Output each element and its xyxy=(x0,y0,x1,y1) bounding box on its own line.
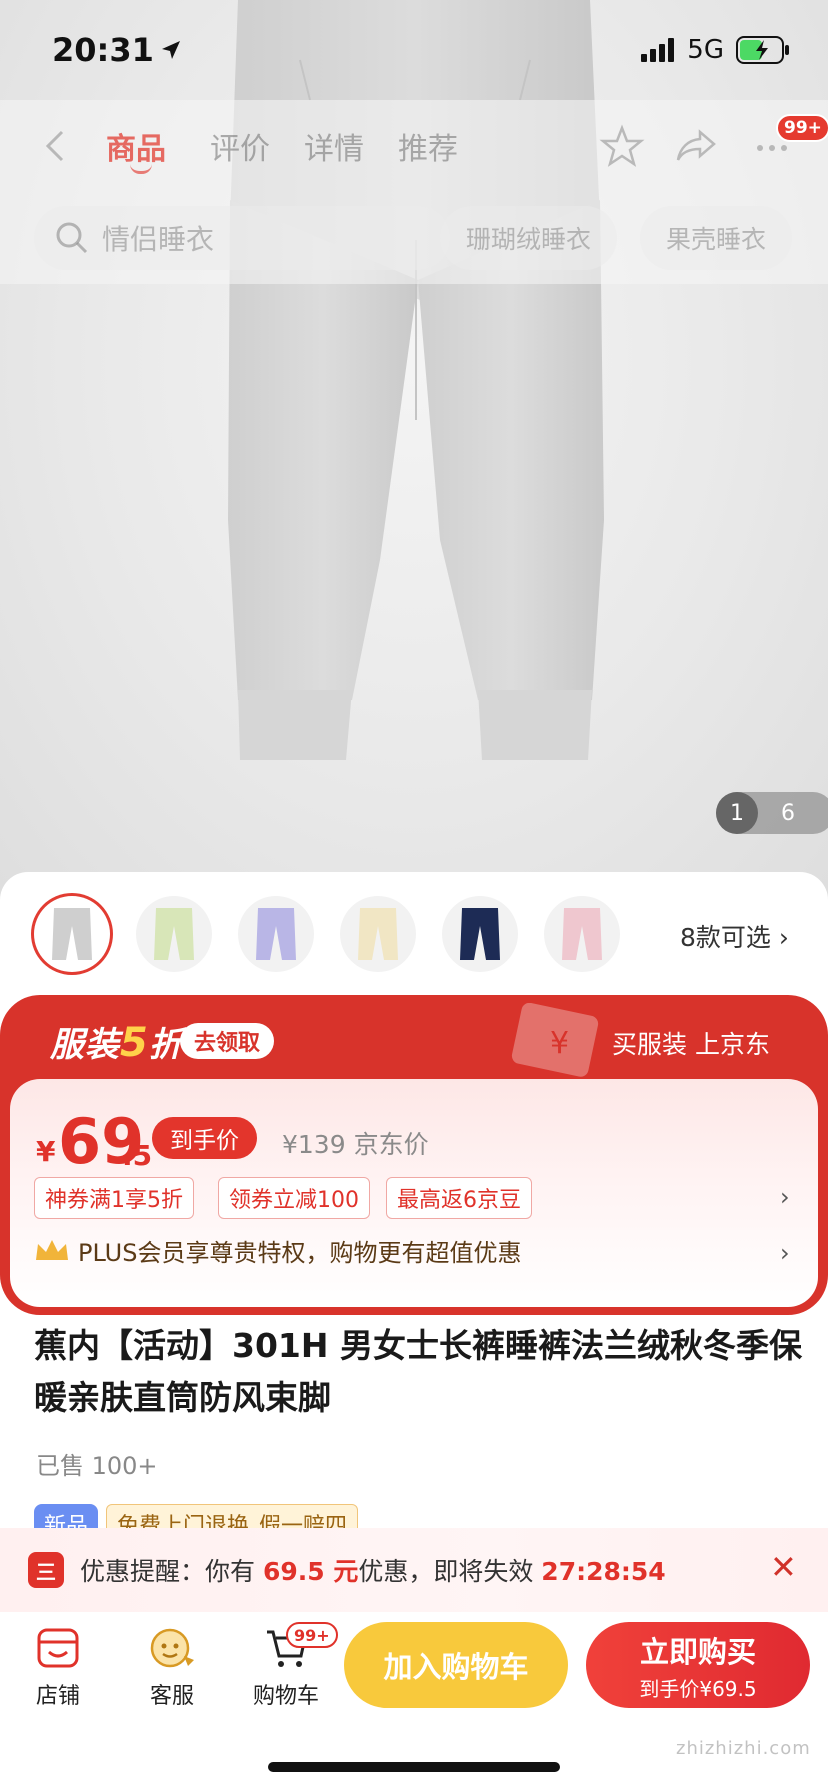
price-decimal: .5 xyxy=(122,1139,153,1172)
tab-details[interactable]: 详情 xyxy=(304,124,364,168)
search-input[interactable]: 情侣睡衣 xyxy=(34,206,450,270)
pants-thumb-icon xyxy=(256,908,296,960)
pants-thumb-icon xyxy=(154,908,194,960)
tab-reviews[interactable]: 评价 xyxy=(210,124,270,168)
promo-title-five: 5 xyxy=(120,1020,149,1066)
product-title: 蕉内【活动】301H 男女士长裤睡裤法兰绒秋冬季保暖亲肤直筒防风束脚 xyxy=(34,1326,802,1417)
pants-thumb-icon xyxy=(358,908,398,960)
coupon-ticket-icon: ¥ xyxy=(511,1003,599,1077)
net-price-tag: 到手价 xyxy=(152,1117,257,1159)
variant-thumb-navy[interactable] xyxy=(442,896,518,972)
tab-product[interactable]: 商品 xyxy=(106,124,166,168)
search-placeholder: 情侣睡衣 xyxy=(102,223,215,256)
customer-service-button[interactable]: 客服 xyxy=(132,1626,212,1710)
watermark: zhizhizhi.com xyxy=(676,1738,811,1759)
buy-now-button[interactable]: 立即购买 到手价¥69.5 xyxy=(586,1622,810,1708)
buy-now-subprice: 到手价¥69.5 xyxy=(639,1676,757,1701)
signal-icon xyxy=(641,38,675,62)
status-bar: 20:31 5G xyxy=(0,0,828,100)
store-label: 店铺 xyxy=(35,1684,80,1709)
original-price: ¥139 京东价 xyxy=(282,1130,429,1159)
reminder-countdown: 27:28:54 xyxy=(541,1557,666,1586)
promo-slogan: 买服装 上京东 xyxy=(612,1030,770,1059)
search-chip-guoke[interactable]: 果壳睡衣 xyxy=(640,206,793,270)
add-to-cart-button[interactable]: 加入购物车 xyxy=(344,1622,568,1708)
tab-active-indicator xyxy=(130,164,152,174)
reminder-icon: 三 xyxy=(28,1552,64,1588)
back-arrow-icon[interactable] xyxy=(36,126,76,166)
service-label: 客服 xyxy=(149,1684,194,1709)
location-arrow-icon xyxy=(161,41,180,59)
pants-thumb-icon xyxy=(460,908,500,960)
battery-charging-icon xyxy=(736,36,789,64)
coupon-tag[interactable]: 神券满1享5折 xyxy=(34,1177,194,1219)
crown-icon xyxy=(36,1239,68,1260)
image-counter-current: 1 xyxy=(716,792,758,834)
more-variants-link[interactable]: 8款可选 › xyxy=(680,918,789,954)
cart-label: 购物车 xyxy=(252,1684,319,1709)
price-currency: ¥ xyxy=(36,1135,56,1168)
reminder-middle: 优惠，即将失效 xyxy=(358,1557,542,1586)
reminder-amount: 69.5 元 xyxy=(262,1557,359,1586)
search-chip-coral-fleece[interactable]: 珊瑚绒睡衣 xyxy=(440,206,618,270)
pants-shape xyxy=(256,908,296,960)
variant-thumb-pink[interactable] xyxy=(544,896,620,972)
top-navigation: 商品 评价 详情 推荐 xyxy=(0,100,828,192)
tab-recommend[interactable]: 推荐 xyxy=(398,124,458,168)
buy-now-label: 立即购买 xyxy=(639,1634,756,1669)
variant-thumb-green[interactable] xyxy=(136,896,212,972)
coupon-ticket-symbol: ¥ xyxy=(550,1026,569,1061)
home-indicator[interactable] xyxy=(268,1762,560,1772)
claim-coupon-button[interactable]: 去领取 xyxy=(180,1023,275,1059)
share-icon[interactable] xyxy=(672,122,720,170)
customer-service-icon xyxy=(150,1628,194,1668)
pants-shape xyxy=(154,908,194,960)
pants-shape xyxy=(460,908,500,960)
bottom-action-bar: 店铺 客服 购物车 99+ 加入购物车 立即购买 到手价¥69.5 zhizhi… xyxy=(0,1612,828,1792)
reminder-text: 优惠提醒：你有 69.5 元优惠，即将失效 27:28:54 xyxy=(80,1552,666,1588)
pants-thumb-icon xyxy=(52,908,92,960)
promo-title-suffix: 折 xyxy=(148,1025,184,1065)
pants-shape xyxy=(52,908,92,960)
price-card: ¥ 69 .5 到手价 ¥139 京东价 神券满1享5折 领券立减100 最高返… xyxy=(10,1079,818,1307)
discount-reminder-bar[interactable]: 三 优惠提醒：你有 69.5 元优惠，即将失效 27:28:54 ✕ xyxy=(0,1528,828,1612)
variant-thumb-grey[interactable] xyxy=(34,896,110,972)
search-icon xyxy=(56,222,88,254)
plus-arrow-icon[interactable]: › xyxy=(780,1239,790,1267)
sold-count: 已售 100+ xyxy=(36,1452,158,1480)
pants-shape xyxy=(358,908,398,960)
network-label: 5G xyxy=(687,35,724,65)
cart-badge: 99+ xyxy=(286,1622,338,1648)
store-icon xyxy=(37,1628,79,1668)
message-badge: 99+ xyxy=(776,114,828,142)
image-counter: 1 6 xyxy=(716,792,828,834)
variant-thumb-cream[interactable] xyxy=(340,896,416,972)
promo-title: 服装5折 xyxy=(50,1017,184,1066)
close-icon[interactable]: ✕ xyxy=(770,1548,797,1586)
status-time: 20:31 xyxy=(52,31,182,69)
plus-member-row[interactable]: PLUS会员享尊贵特权，购物更有超值优惠 xyxy=(34,1233,521,1268)
coupon-arrow-icon[interactable]: › xyxy=(780,1183,790,1211)
pants-thumb-icon xyxy=(562,908,602,960)
coupon-tag[interactable]: 最高返6京豆 xyxy=(386,1177,532,1219)
store-button[interactable]: 店铺 xyxy=(18,1626,98,1710)
variant-thumb-purple[interactable] xyxy=(238,896,314,972)
favorite-star-icon[interactable] xyxy=(598,122,646,170)
search-row: 情侣睡衣 珊瑚绒睡衣 果壳睡衣 xyxy=(0,192,828,284)
promo-title-prefix: 服装 xyxy=(50,1025,120,1065)
plus-member-text: PLUS会员享尊贵特权，购物更有超值优惠 xyxy=(78,1239,522,1267)
reminder-label: 优惠提醒：你有 xyxy=(80,1557,263,1586)
coupon-tag[interactable]: 领券立减100 xyxy=(218,1177,370,1219)
image-counter-total: 6 xyxy=(781,800,795,826)
promo-banner: 服装5折 去领取 ¥ 买服装 上京东 ¥ 69 .5 到手价 ¥139 京东价 … xyxy=(0,995,828,1315)
pants-shape xyxy=(562,908,602,960)
status-time-text: 20:31 xyxy=(52,31,154,69)
